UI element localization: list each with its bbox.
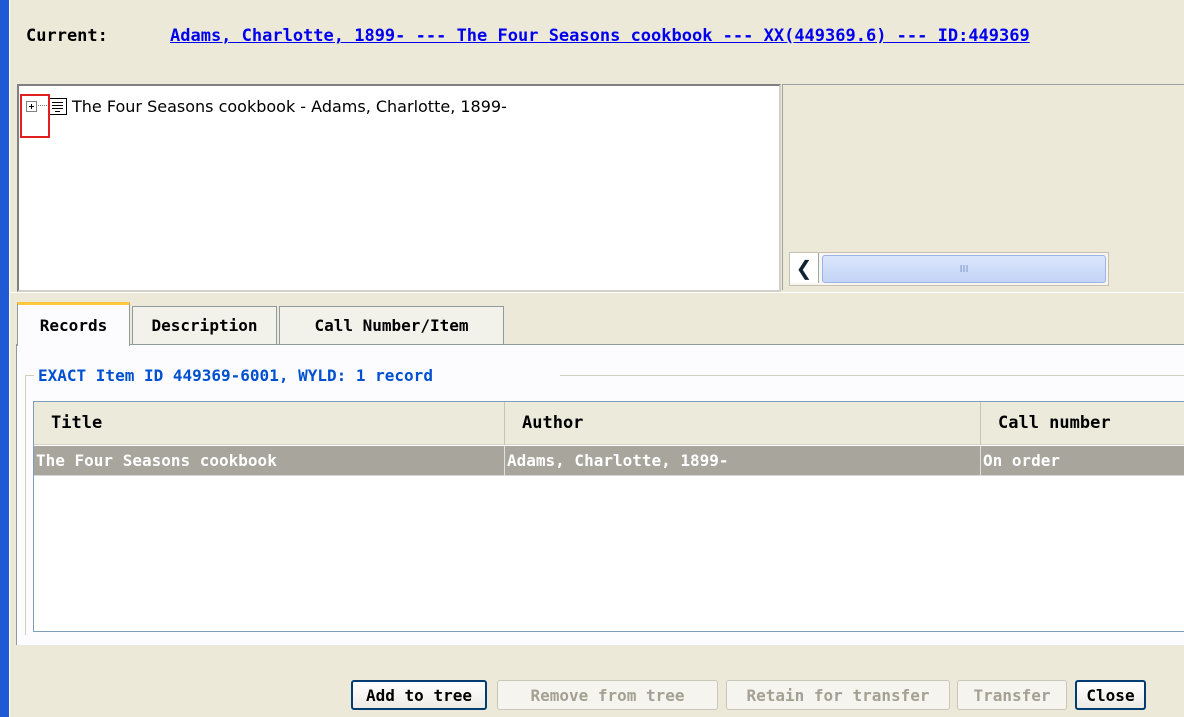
retain-for-transfer-button[interactable]: Retain for transfer (726, 680, 950, 710)
current-label: Current: (26, 26, 108, 46)
group-border (560, 375, 1184, 376)
tree-panel: The Four Seasons cookbook - Adams, Charl… (17, 84, 781, 292)
record-icon (48, 97, 67, 115)
tree-node-record[interactable]: The Four Seasons cookbook - Adams, Charl… (26, 96, 507, 116)
cell-author: Adams, Charlotte, 1899- (505, 446, 981, 476)
transfer-button[interactable]: Transfer (957, 680, 1067, 710)
remove-from-tree-button[interactable]: Remove from tree (497, 680, 718, 710)
group-border (25, 375, 34, 376)
current-record-link[interactable]: Adams, Charlotte, 1899- --- The Four Sea… (170, 26, 1030, 46)
table-row[interactable]: The Four Seasons cookbook Adams, Charlot… (34, 446, 1184, 476)
scroll-left-arrow-icon[interactable]: ❮ (790, 253, 819, 283)
group-border (25, 375, 26, 635)
tab-records[interactable]: Records (17, 302, 130, 346)
window-left-edge (0, 0, 9, 717)
tab-description[interactable]: Description (132, 306, 277, 344)
records-table: Title Author Call number The Four Season… (33, 401, 1184, 632)
column-header-call-number[interactable]: Call number (981, 402, 1184, 444)
splitter[interactable] (10, 292, 1184, 293)
horizontal-scrollbar[interactable]: ❮ III (789, 252, 1109, 286)
table-header: Title Author Call number (34, 402, 1184, 445)
highlight-box (20, 94, 50, 138)
cell-call-number: On order (981, 446, 1184, 476)
tree-node-label: The Four Seasons cookbook - Adams, Charl… (72, 96, 507, 116)
scrollbar-thumb[interactable]: III (822, 255, 1106, 283)
column-header-title[interactable]: Title (34, 402, 505, 444)
records-group-title: EXACT Item ID 449369-6001, WYLD: 1 recor… (34, 366, 437, 385)
column-header-author[interactable]: Author (505, 402, 981, 444)
add-to-tree-button[interactable]: Add to tree (351, 680, 487, 710)
cell-title: The Four Seasons cookbook (34, 446, 505, 476)
tab-call-number-item[interactable]: Call Number/Item (279, 306, 504, 344)
window-edge-highlight (9, 0, 10, 717)
close-button[interactable]: Close (1075, 680, 1146, 710)
